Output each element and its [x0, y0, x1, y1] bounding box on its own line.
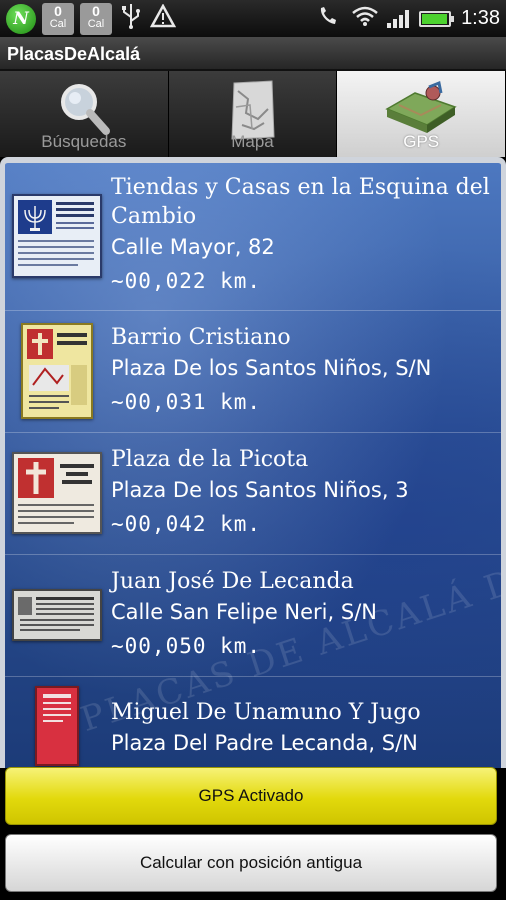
tab-label: Búsquedas [41, 132, 127, 151]
list-item[interactable]: Barrio Cristiano Plaza De los Santos Niñ… [5, 311, 501, 433]
usb-icon [118, 3, 144, 35]
place-title: Tiendas y Casas en la Esquina del Cambio [111, 175, 490, 229]
app-n-icon: N [6, 3, 36, 34]
plaque-thumbnail [11, 686, 103, 766]
place-address: Calle San Felipe Neri, S/N [111, 599, 377, 624]
plaque-thumbnail [11, 322, 103, 419]
calendar-count: 0 [92, 2, 100, 19]
place-title: Juan José De Lecanda [111, 568, 354, 594]
gps-activated-button[interactable]: GPS Activado [5, 767, 497, 825]
calendar-label: Cal [49, 17, 67, 30]
cross-plaque-icon [18, 457, 94, 524]
tab-busquedas[interactable]: Búsquedas [0, 71, 169, 157]
calendar-notification-icon: 0 Cal [42, 2, 74, 35]
calendar-notification-icon: 0 Cal [80, 2, 112, 35]
tab-mapa[interactable]: Mapa [168, 71, 338, 157]
place-distance: ~00,022 km. [111, 269, 262, 293]
call-forward-icon [315, 5, 341, 33]
wifi-icon [351, 5, 378, 33]
list-item[interactable]: Miguel De Unamuno Y Jugo Plaza Del Padre… [5, 677, 501, 768]
places-list[interactable]: PLACAS DE ALCALÁ DE HENARES [0, 157, 506, 768]
cross-plaque-icon [27, 328, 87, 409]
place-distance: ~00,042 km. [111, 511, 262, 536]
calendar-count: 0 [54, 2, 62, 19]
tab-label: Mapa [231, 132, 274, 151]
place-distance: ~00,050 km. [111, 633, 262, 658]
place-title: Miguel De Unamuno Y Jugo [111, 700, 421, 725]
battery-level [422, 13, 447, 24]
status-bar: N 0 Cal 0 Cal 1:38 [0, 0, 506, 37]
plaque-icon [18, 596, 94, 631]
place-address: Plaza De los Santos Niños, S/N [111, 355, 432, 380]
place-address: Plaza De los Santos Niños, 3 [111, 477, 409, 502]
calculate-old-position-button[interactable]: Calcular con posición antigua [5, 834, 497, 892]
app-title: PlacasDeAlcalá [0, 37, 506, 71]
place-address: Calle Mayor, 82 [111, 235, 275, 259]
place-distance: ~00,031 km. [111, 389, 262, 414]
plaque-thumbnail [11, 193, 103, 278]
list-item[interactable]: Tiendas y Casas en la Esquina del Cambio… [5, 163, 501, 311]
place-title: Barrio Cristiano [111, 324, 291, 350]
place-address: Plaza Del Padre Lecanda, S/N [111, 731, 418, 755]
menorah-icon [18, 199, 94, 266]
list-item[interactable]: Plaza de la Picota Plaza De los Santos N… [5, 433, 501, 555]
list-item[interactable]: Juan José De Lecanda Calle San Felipe Ne… [5, 555, 501, 677]
place-title: Plaza de la Picota [111, 446, 309, 472]
tab-label: GPS [403, 132, 440, 151]
plaque-icon [43, 694, 71, 722]
tab-gps[interactable]: GPS [337, 71, 506, 157]
warning-icon [149, 2, 177, 34]
clock: 1:38 [461, 7, 500, 29]
signal-icon [387, 9, 410, 28]
plaque-thumbnail [11, 588, 103, 641]
tab-bar: Búsquedas Mapa GPS [0, 71, 506, 157]
plaque-thumbnail [11, 451, 103, 534]
battery-icon [419, 10, 455, 27]
calendar-label: Cal [87, 17, 105, 30]
